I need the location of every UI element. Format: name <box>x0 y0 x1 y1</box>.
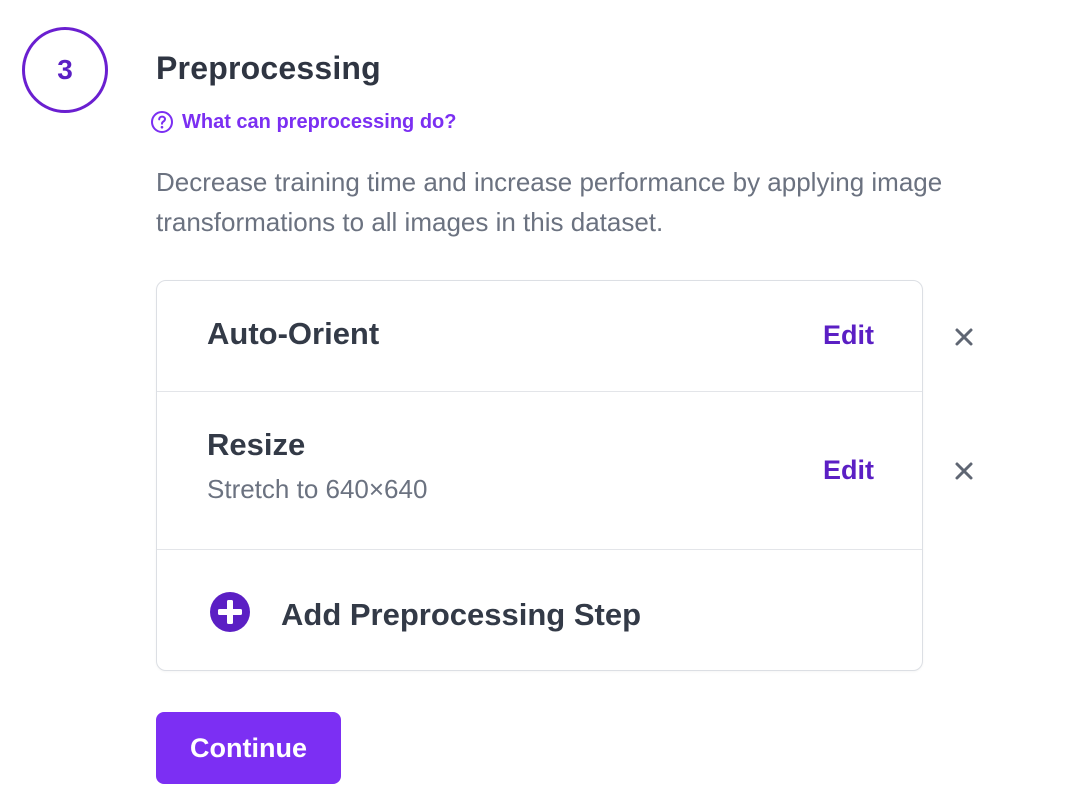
plus-circle-icon <box>209 591 251 638</box>
remove-auto-orient-close-icon[interactable] <box>953 326 975 348</box>
question-circle-icon <box>150 110 174 134</box>
help-link-label: What can preprocessing do? <box>182 110 457 133</box>
step-title: Auto-Orient <box>207 316 380 351</box>
step-subtitle: Stretch to 640×640 <box>207 474 428 504</box>
step-title: Resize <box>207 427 306 462</box>
section-description: Decrease training time and increase perf… <box>156 167 943 237</box>
preprocessing-step-resize: Resize Stretch to 640×640 Edit <box>157 392 922 550</box>
edit-auto-orient-button[interactable]: Edit <box>823 320 874 351</box>
preprocessing-steps-card: Auto-Orient Edit Resize Stretch to 640×6… <box>156 280 923 671</box>
add-preprocessing-step-button[interactable]: Add Preprocessing Step <box>209 591 641 638</box>
preprocessing-section: 3 Preprocessing What can preprocessing d… <box>0 0 1086 806</box>
help-link[interactable]: What can preprocessing do? <box>150 110 456 134</box>
preprocessing-step-auto-orient: Auto-Orient Edit <box>157 281 922 392</box>
step-number: 3 <box>57 54 73 85</box>
continue-button[interactable]: Continue <box>156 712 341 784</box>
step-number-badge: 3 <box>22 27 108 113</box>
edit-resize-button[interactable]: Edit <box>823 455 874 486</box>
add-step-label: Add Preprocessing Step <box>281 596 642 632</box>
remove-resize-close-icon[interactable] <box>953 460 975 482</box>
section-title: Preprocessing <box>156 50 381 86</box>
